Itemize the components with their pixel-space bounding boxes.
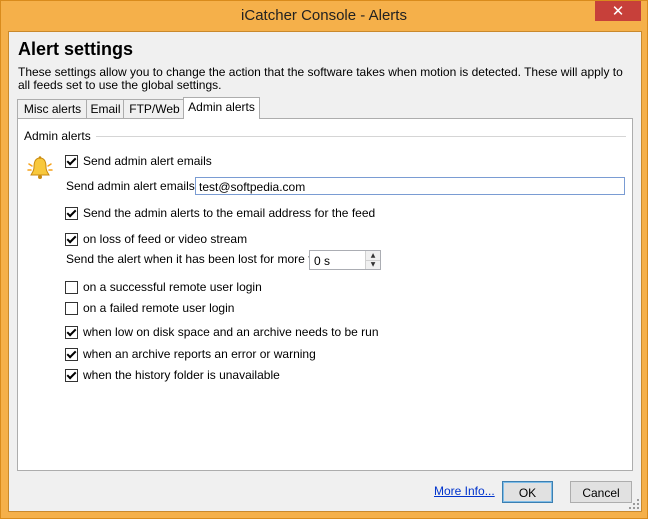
history-unavailable-checkbox[interactable] xyxy=(65,368,78,382)
title-bar[interactable]: iCatcher Console - Alerts ✕ xyxy=(1,1,647,31)
loss-of-feed-row[interactable]: on loss of feed or video stream xyxy=(65,231,247,247)
emails-to-input[interactable]: test@softpedia.com xyxy=(195,177,625,195)
window-title: iCatcher Console - Alerts xyxy=(241,7,407,24)
group-label: Admin alerts xyxy=(24,129,91,143)
tab-misc-alerts[interactable]: Misc alerts xyxy=(17,99,88,118)
remote-failed-label: on a failed remote user login xyxy=(83,301,235,315)
send-admin-emails-row[interactable]: Send admin alert emails xyxy=(65,153,212,169)
lost-for-spinner[interactable]: 0 s ▲ ▼ xyxy=(309,250,381,270)
remote-success-checkbox[interactable] xyxy=(65,280,78,294)
spin-down-icon[interactable]: ▼ xyxy=(366,260,380,269)
emails-to-label: Send admin alert emails to xyxy=(66,179,209,193)
remote-success-label: on a successful remote user login xyxy=(83,280,262,294)
lost-for-label: Send the alert when it has been lost for… xyxy=(66,252,332,266)
remote-failed-checkbox[interactable] xyxy=(65,301,78,315)
lost-for-value[interactable]: 0 s xyxy=(314,254,330,268)
archive-error-row[interactable]: when an archive reports an error or warn… xyxy=(65,346,316,362)
spin-up-icon[interactable]: ▲ xyxy=(366,251,380,260)
admin-alerts-panel: Admin alerts Send admin alert emails Sen… xyxy=(17,118,633,471)
feed-address-label: Send the admin alerts to the email addre… xyxy=(83,206,376,220)
archive-error-label: when an archive reports an error or warn… xyxy=(83,347,316,361)
group-divider xyxy=(96,136,626,137)
close-icon: ✕ xyxy=(611,2,625,20)
loss-of-feed-label: on loss of feed or video stream xyxy=(83,232,248,246)
send-admin-emails-label: Send admin alert emails xyxy=(83,154,212,168)
page-title: Alert settings xyxy=(18,39,134,59)
dialog-body: Alert settings These settings allow you … xyxy=(8,31,642,512)
tab-ftp-web[interactable]: FTP/Web xyxy=(123,99,186,118)
feed-address-checkbox[interactable] xyxy=(65,206,78,220)
page-description: These settings allow you to change the a… xyxy=(18,65,623,92)
remote-success-row[interactable]: on a successful remote user login xyxy=(65,279,262,295)
more-info-link[interactable]: More Info... xyxy=(434,484,495,498)
low-disk-label: when low on disk space and an archive ne… xyxy=(83,325,379,339)
loss-of-feed-checkbox[interactable] xyxy=(65,232,78,246)
low-disk-checkbox[interactable] xyxy=(65,325,78,339)
cancel-button[interactable]: Cancel xyxy=(570,481,632,503)
tab-email[interactable]: Email xyxy=(86,99,125,118)
remote-failed-row[interactable]: on a failed remote user login xyxy=(65,300,234,316)
low-disk-row[interactable]: when low on disk space and an archive ne… xyxy=(65,324,379,340)
bell-icon xyxy=(27,156,53,179)
ok-button[interactable]: OK xyxy=(502,481,553,503)
archive-error-checkbox[interactable] xyxy=(65,347,78,361)
history-unavailable-label: when the history folder is unavailable xyxy=(83,368,280,382)
spinner-buttons: ▲ ▼ xyxy=(365,251,380,269)
app-window: iCatcher Console - Alerts ✕ Alert settin… xyxy=(0,0,648,519)
feed-address-row[interactable]: Send the admin alerts to the email addre… xyxy=(65,205,375,221)
send-admin-emails-checkbox[interactable] xyxy=(65,154,78,168)
resize-grip-icon[interactable] xyxy=(629,499,639,509)
close-button[interactable]: ✕ xyxy=(595,1,641,21)
history-unavailable-row[interactable]: when the history folder is unavailable xyxy=(65,367,280,383)
tab-admin-alerts[interactable]: Admin alerts xyxy=(183,97,260,119)
